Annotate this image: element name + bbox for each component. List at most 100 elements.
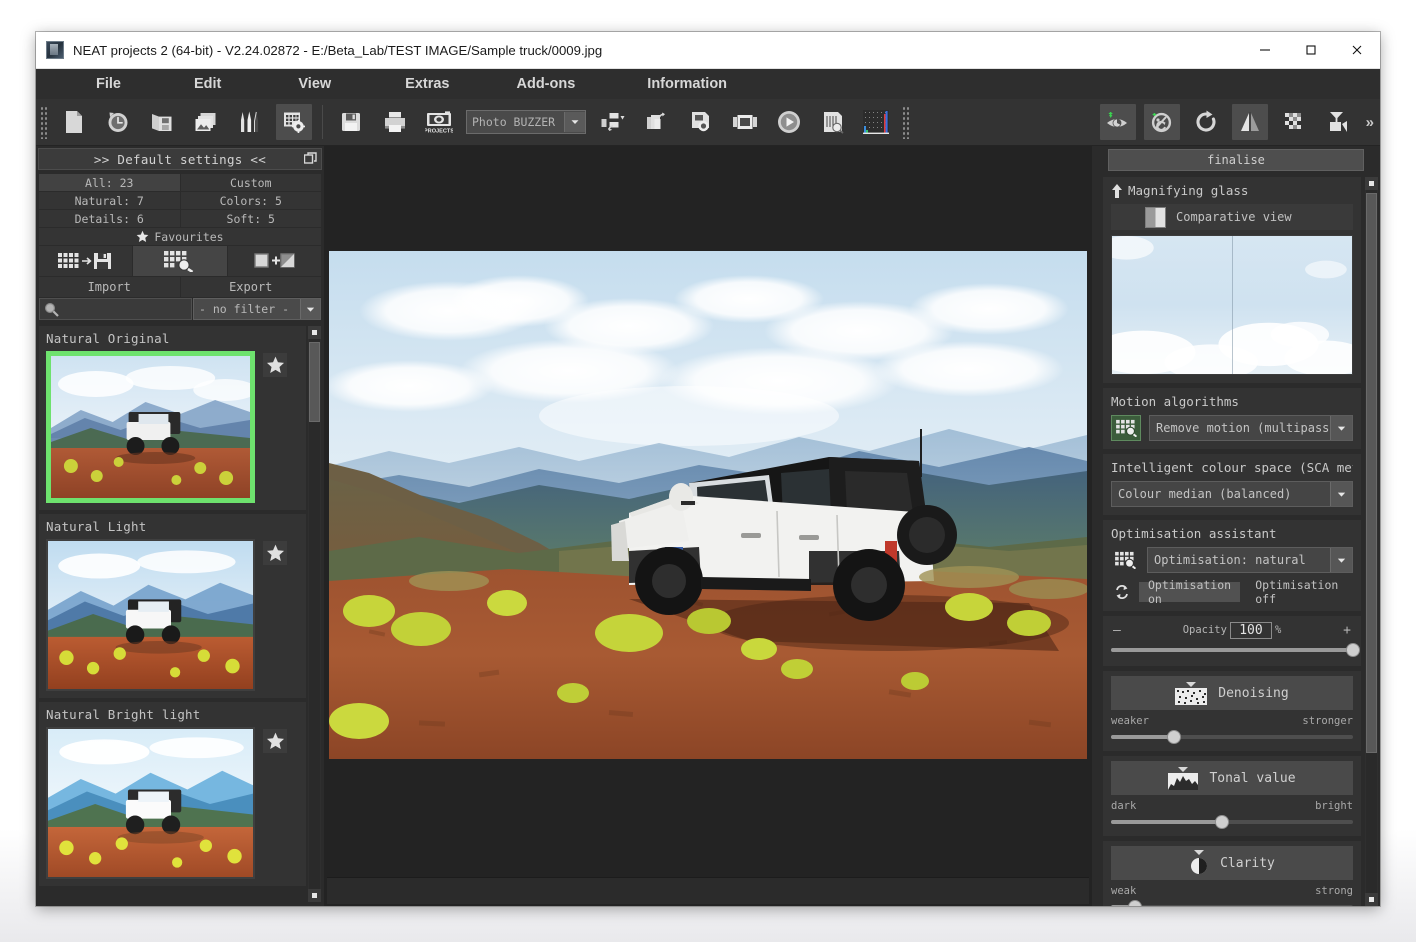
slider-knob[interactable]	[1346, 643, 1360, 657]
image-tag-button[interactable]	[683, 104, 719, 140]
projects-button[interactable]: PROJECTS	[421, 104, 457, 140]
refresh-icon[interactable]	[1111, 581, 1133, 603]
batch-images-button[interactable]	[188, 104, 224, 140]
plugin-select[interactable]: Photo BUZZER	[466, 110, 586, 134]
finalise-button[interactable]: finalise	[1108, 149, 1364, 171]
magnifier-preview[interactable]	[1111, 235, 1353, 375]
filmstrip-button[interactable]	[727, 104, 763, 140]
count-colors[interactable]: Colors: 5	[180, 192, 321, 209]
count-details[interactable]: Details: 6	[39, 210, 180, 227]
toolbar-overflow-button[interactable]: »	[1360, 114, 1380, 131]
scroll-down-button[interactable]	[308, 889, 321, 902]
chevron-down-icon[interactable]	[564, 112, 585, 132]
menu-addons[interactable]: Add-ons	[511, 76, 582, 92]
save-image-button[interactable]	[333, 104, 369, 140]
recent-files-button[interactable]	[100, 104, 136, 140]
opacity-minus-button[interactable]: –	[1113, 623, 1121, 638]
tonal-value-slider[interactable]	[1111, 815, 1353, 829]
motion-algorithm-select[interactable]: Remove motion (multipass)	[1149, 415, 1353, 441]
export-button[interactable]: Export	[180, 277, 321, 297]
toolbar-grip[interactable]	[39, 105, 48, 139]
chevron-down-icon[interactable]	[1330, 416, 1352, 440]
scroll-down-button[interactable]	[1365, 893, 1378, 906]
menu-file[interactable]: File	[90, 76, 127, 92]
minimize-button[interactable]	[1242, 32, 1288, 68]
menu-view[interactable]: View	[292, 76, 337, 92]
slider-knob[interactable]	[1215, 815, 1230, 829]
rotate-button[interactable]	[1188, 104, 1224, 140]
toolbar-grip-2[interactable]	[901, 105, 910, 139]
denoising-slider[interactable]	[1111, 730, 1353, 744]
scroll-up-button[interactable]	[308, 326, 321, 339]
opacity-plus-button[interactable]: +	[1343, 623, 1351, 638]
maximize-button[interactable]	[1288, 32, 1334, 68]
workflow-button[interactable]	[595, 104, 631, 140]
optimisation-preset-icon[interactable]	[1111, 548, 1139, 572]
chevron-down-icon[interactable]	[300, 299, 320, 319]
preset-favourite-button[interactable]	[263, 541, 287, 565]
preset-favourite-button[interactable]	[263, 353, 287, 377]
dock-panel-icon[interactable]	[304, 152, 317, 165]
import-button[interactable]: Import	[39, 277, 180, 297]
count-soft[interactable]: Soft: 5	[180, 210, 321, 227]
new-image-button[interactable]	[56, 104, 92, 140]
tonal-value-button[interactable]: Tonal value	[1111, 761, 1353, 795]
preset-search-input[interactable]	[39, 298, 192, 320]
preset-thumbnail-frame[interactable]	[46, 727, 255, 879]
crop-button[interactable]	[1320, 104, 1356, 140]
preset-card-natural-light[interactable]: Natural Light	[39, 514, 306, 698]
main-photo[interactable]	[329, 250, 1087, 759]
exif-button[interactable]	[815, 104, 851, 140]
colour-space-select[interactable]: Colour median (balanced)	[1111, 481, 1353, 507]
compare-preset-button[interactable]	[227, 246, 321, 276]
close-button[interactable]	[1334, 32, 1380, 68]
optimisation-off-button[interactable]: Optimisation off	[1246, 578, 1353, 606]
play-button[interactable]	[771, 104, 807, 140]
scroll-up-button[interactable]	[1365, 177, 1378, 190]
slider-knob[interactable]	[1128, 900, 1143, 906]
count-custom[interactable]: Custom	[180, 174, 321, 191]
comparative-view-checkbox[interactable]	[1145, 206, 1166, 228]
count-natural[interactable]: Natural: 7	[39, 192, 180, 209]
scrollbar-thumb[interactable]	[1366, 193, 1377, 753]
opacity-input[interactable]: 100	[1229, 621, 1272, 639]
chevron-down-icon[interactable]	[1330, 482, 1352, 506]
slider-knob[interactable]	[1166, 730, 1181, 744]
browse-preset-button[interactable]	[133, 246, 227, 276]
noise-button[interactable]	[1276, 104, 1312, 140]
scrollbar-thumb[interactable]	[309, 342, 320, 422]
save-preset-button[interactable]	[39, 246, 133, 276]
print-button[interactable]	[377, 104, 413, 140]
scrollbar-track[interactable]	[1366, 190, 1377, 893]
export-stack-button[interactable]	[639, 104, 675, 140]
preset-card-natural-original[interactable]: Natural Original	[39, 326, 306, 510]
menu-extras[interactable]: Extras	[399, 76, 455, 92]
preset-filter-select[interactable]: - no filter -	[193, 298, 321, 320]
histogram-button[interactable]	[859, 104, 895, 140]
favourites-button[interactable]: Favourites	[39, 228, 321, 245]
clarity-button[interactable]: Clarity	[1111, 846, 1353, 880]
denoising-button[interactable]: Denoising	[1111, 676, 1353, 710]
optimisation-on-button[interactable]: Optimisation on	[1139, 578, 1241, 606]
mirror-button[interactable]	[1231, 104, 1268, 140]
red-eye-button[interactable]	[1099, 104, 1136, 140]
count-all[interactable]: All: 23	[39, 174, 180, 191]
chevron-down-icon[interactable]	[1330, 548, 1352, 572]
motion-preset-icon[interactable]	[1111, 415, 1141, 441]
preset-thumbnail-frame[interactable]	[46, 539, 255, 691]
preset-list-scrollbar[interactable]	[308, 326, 321, 902]
scrollbar-track[interactable]	[309, 339, 320, 889]
image-canvas[interactable]	[327, 148, 1089, 877]
preset-card-natural-bright-light[interactable]: Natural Bright light	[39, 702, 306, 886]
settings-scrollbar[interactable]	[1365, 177, 1378, 906]
menu-information[interactable]: Information	[641, 76, 733, 92]
preset-thumbnail-frame[interactable]	[46, 351, 255, 503]
preset-settings-button[interactable]	[276, 104, 312, 140]
opacity-slider[interactable]	[1111, 643, 1360, 657]
menu-edit[interactable]: Edit	[188, 76, 227, 92]
post-processing-button[interactable]	[232, 104, 268, 140]
optimisation-select[interactable]: Optimisation: natural	[1147, 547, 1353, 573]
open-image-button[interactable]	[144, 104, 180, 140]
sensor-clean-button[interactable]	[1143, 104, 1180, 140]
clarity-slider[interactable]	[1111, 900, 1353, 906]
